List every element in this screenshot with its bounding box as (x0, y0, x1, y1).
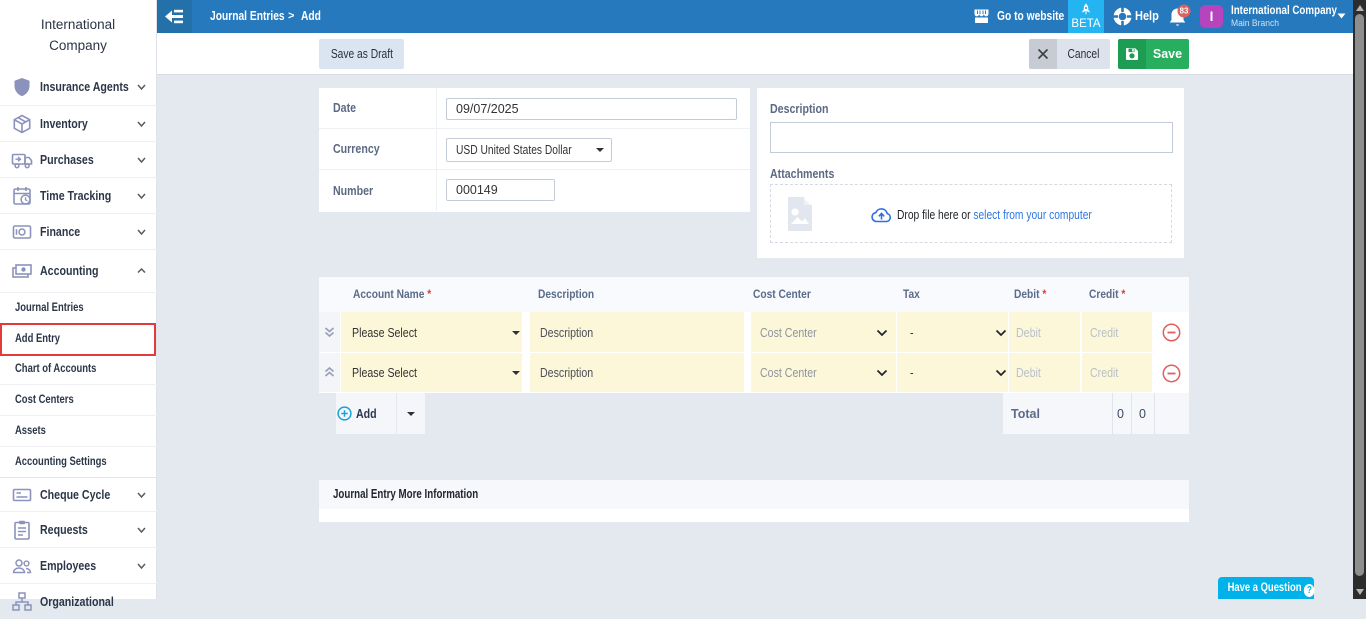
svg-text:83: 83 (1180, 7, 1189, 16)
